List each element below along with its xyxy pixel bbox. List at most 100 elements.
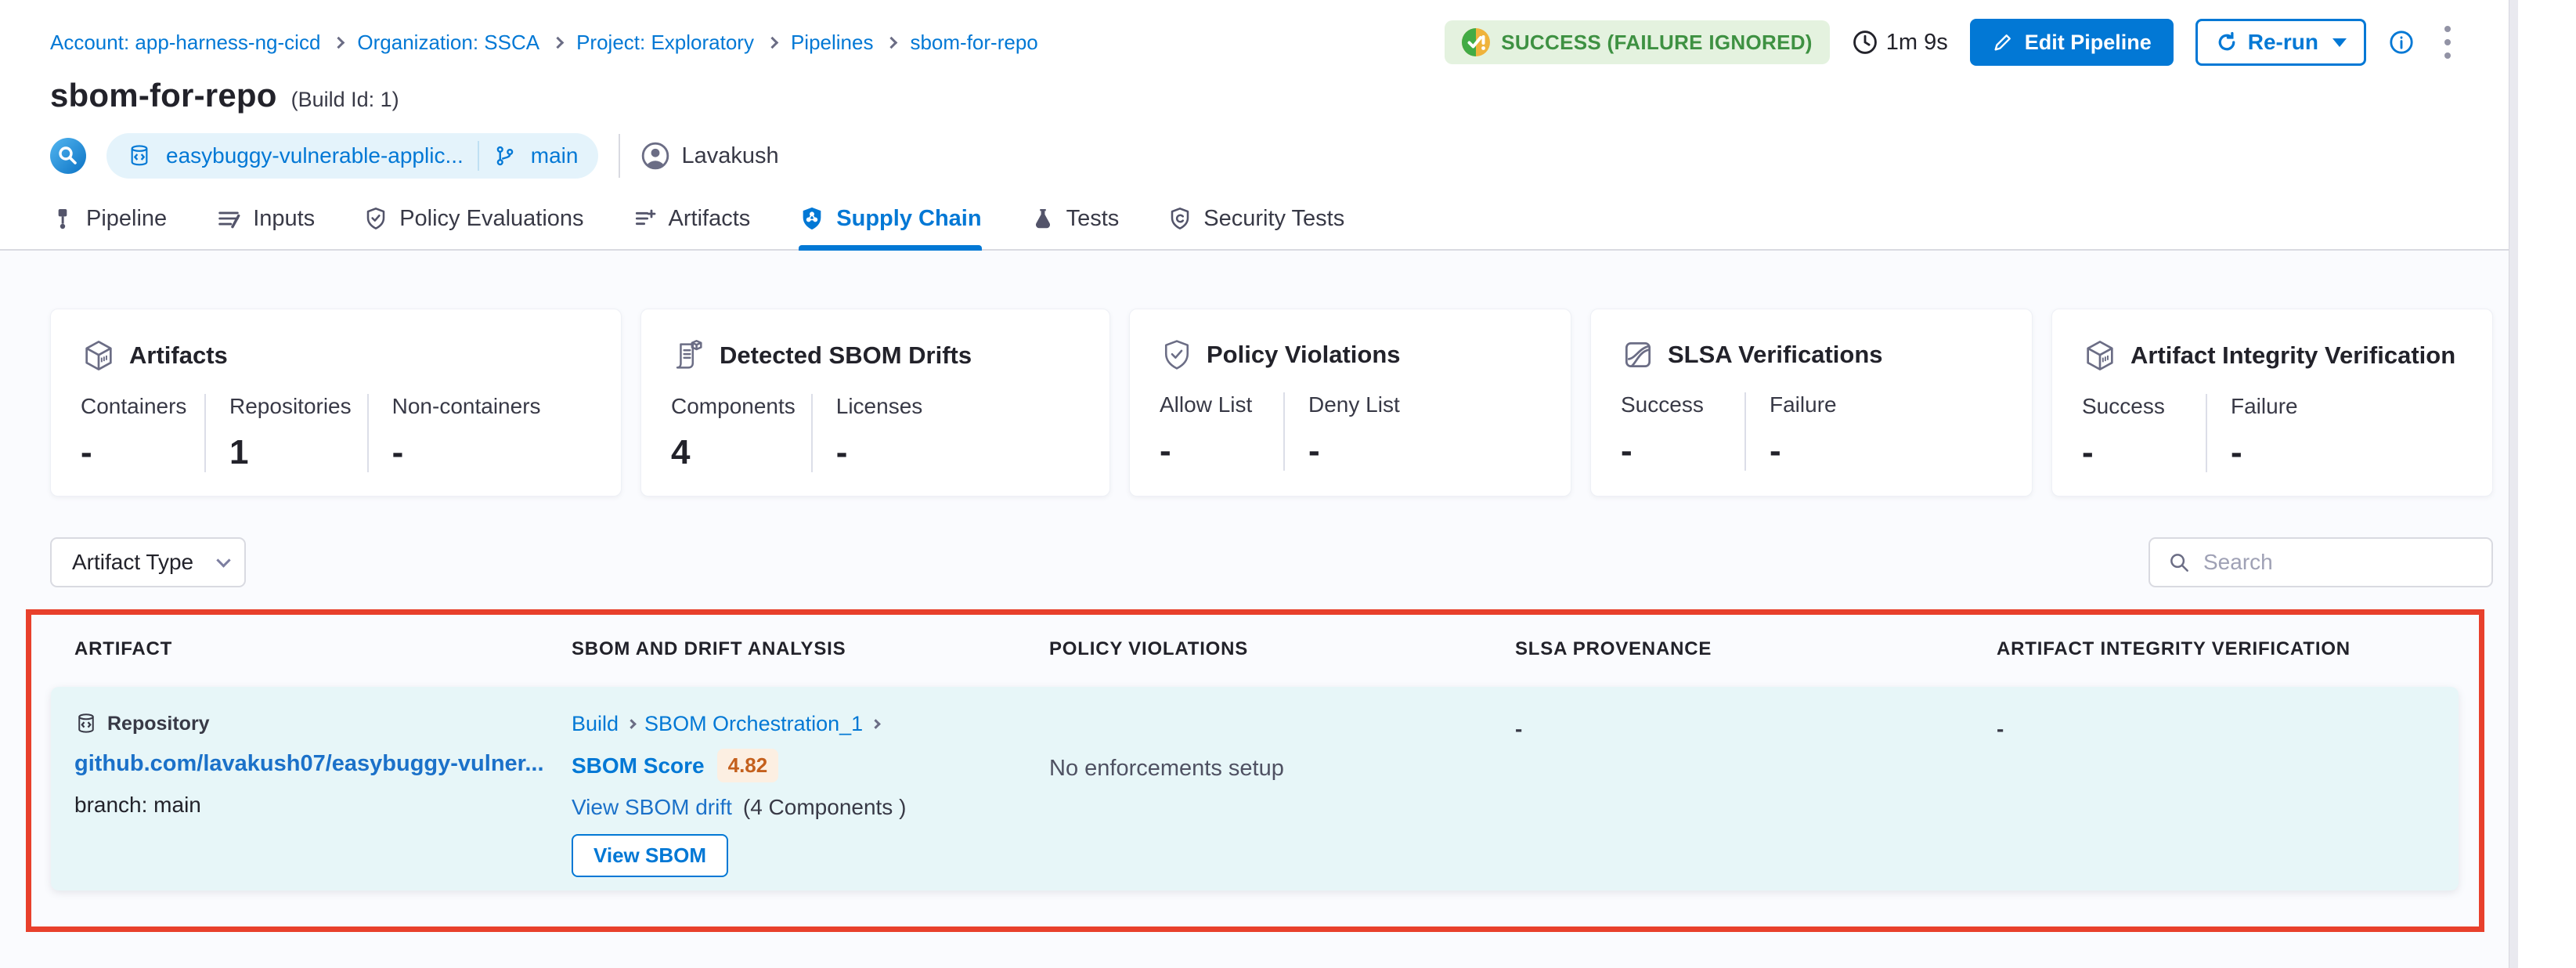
trigger-webhook-icon [50,138,86,174]
artifact-type-select[interactable]: Artifact Type [50,537,246,587]
stat-label: Containers [81,394,189,419]
search-icon [2167,551,2191,574]
stage-link[interactable]: Build [572,712,619,736]
artifact-cell: Repository github.com/lavakush07/easybug… [51,687,548,890]
supply-chain-shield-icon [799,205,825,232]
stat-label: Repositories [229,394,352,419]
stat-value: - [1160,432,1268,471]
view-sbom-drift-link[interactable]: View SBOM drift [572,795,732,820]
repository-icon [127,143,152,168]
stat-divider [1283,392,1285,471]
slsa-provenance-value: - [1515,717,1961,742]
stat-label: Licenses [836,394,944,419]
rerun-label: Re-run [2248,30,2318,55]
stat-divider [2206,394,2207,472]
tab-artifacts[interactable]: Artifacts [633,205,751,249]
tab-security-tests[interactable]: Security Tests [1167,205,1344,249]
step-link[interactable]: SBOM Orchestration_1 [644,712,863,736]
stat-value: - [836,433,944,472]
tab-label: Pipeline [86,206,167,232]
stat-containers: Containers - [81,394,198,472]
tab-tests[interactable]: Tests [1030,205,1120,249]
view-sbom-button[interactable]: View SBOM [572,834,728,877]
caret-down-icon [2332,38,2347,47]
build-meta-row: easybuggy-vulnerable-applic... main [0,114,2509,179]
stat-divider [204,394,206,472]
stat-value: - [2231,433,2339,472]
sbom-score-link[interactable]: SBOM Score [572,753,705,778]
edit-pipeline-button[interactable]: Edit Pipeline [1970,19,2174,66]
breadcrumb-project[interactable]: Project: Exploratory [576,31,754,55]
sbom-scroll-icon [671,338,707,374]
pill-divider [478,141,479,171]
page: Account: app-harness-ng-cicd Organizatio… [0,0,2576,968]
artifacts-list-icon [633,206,658,231]
breadcrumb-current-pipeline[interactable]: sbom-for-repo [910,31,1037,55]
supply-chain-content: Artifacts Containers - Repositories 1 [0,251,2509,968]
tab-supply-chain[interactable]: Supply Chain [799,205,981,249]
page-title: sbom-for-repo [50,77,277,114]
breadcrumb-pipelines[interactable]: Pipelines [791,31,874,55]
column-header-sbom-drift: SBOM AND DRIFT ANALYSIS [548,638,1026,660]
artifact-integrity-value: - [1997,717,2446,742]
card-title: Detected SBOM Drifts [720,341,972,370]
tab-label: Security Tests [1203,206,1344,232]
artifacts-card: Artifacts Containers - Repositories 1 [50,309,622,497]
user-name: Lavakush [681,143,778,169]
pencil-icon [1992,31,2014,53]
git-branch-icon [493,144,517,168]
stat-integrity-success: Success - [2082,394,2199,472]
tab-policy-evaluations[interactable]: Policy Evaluations [363,205,583,249]
filter-row: Artifact Type [50,537,2493,587]
artifact-type-label: Repository [107,713,210,735]
shield-check-icon [363,206,388,231]
search-input[interactable] [2203,550,2486,575]
tab-inputs[interactable]: Inputs [215,205,315,249]
shield-check-icon [1160,338,1194,372]
cube-icon [2082,338,2118,374]
stat-components: Components 4 [671,394,805,472]
stat-slsa-failure: Failure - [1770,392,1887,471]
column-header-artifact: ARTIFACT [51,638,548,660]
table-header: ARTIFACT SBOM AND DRIFT ANALYSIS POLICY … [51,638,2459,660]
slsa-verifications-card: SLSA Verifications Success - Failure - [1590,309,2033,497]
stat-value: - [1621,432,1729,471]
repo-name-link[interactable]: easybuggy-vulnerable-applic... [166,143,464,168]
rerun-button[interactable]: Re-run [2195,19,2366,66]
tab-label: Artifacts [669,206,751,232]
flask-icon [1030,206,1055,231]
slsa-provenance-cell: - [1492,687,1973,890]
page-gutter [2518,0,2576,968]
breadcrumb-account[interactable]: Account: app-harness-ng-cicd [50,31,320,55]
stat-label: Components [671,394,796,419]
stat-value: 4 [671,433,796,472]
sbom-drift-line: View SBOM drift (4 Components ) [572,795,1013,820]
title-row: sbom-for-repo (Build Id: 1) [0,66,2509,114]
stat-deny-list: Deny List - [1308,392,1426,471]
artifact-repo-link[interactable]: github.com/lavakush07/easybuggy-vulner..… [74,751,536,777]
chevron-right-icon [886,36,898,49]
success-warning-icon [1462,28,1490,56]
more-options-menu[interactable] [2437,21,2459,63]
stat-divider [1744,392,1746,471]
edit-pipeline-label: Edit Pipeline [2025,31,2152,55]
scrollbar[interactable] [2509,0,2518,968]
stat-value: - [1308,432,1416,471]
sbom-score-line: SBOM Score 4.82 [572,749,1013,782]
repo-pill: easybuggy-vulnerable-applic... main [106,133,598,179]
stat-value: - [392,433,541,472]
table-row[interactable]: Repository github.com/lavakush07/easybug… [51,687,2459,890]
info-icon[interactable] [2388,29,2415,56]
branch-name-link[interactable]: main [531,143,579,168]
sbom-drift-cell: Build SBOM Orchestration_1 SBOM Score 4.… [548,687,1026,890]
summary-cards: Artifacts Containers - Repositories 1 [50,309,2493,497]
stat-label: Non-containers [392,394,541,419]
sbom-score-badge: 4.82 [717,749,779,782]
build-id: (Build Id: 1) [291,88,399,112]
tab-pipeline[interactable]: Pipeline [50,205,167,249]
status-badge: SUCCESS (FAILURE IGNORED) [1445,20,1830,64]
breadcrumb-organization[interactable]: Organization: SSCA [357,31,539,55]
artifact-type-label: Artifact Type [72,550,193,575]
clock-icon [1852,29,1878,56]
components-count: (4 Components ) [743,795,907,820]
